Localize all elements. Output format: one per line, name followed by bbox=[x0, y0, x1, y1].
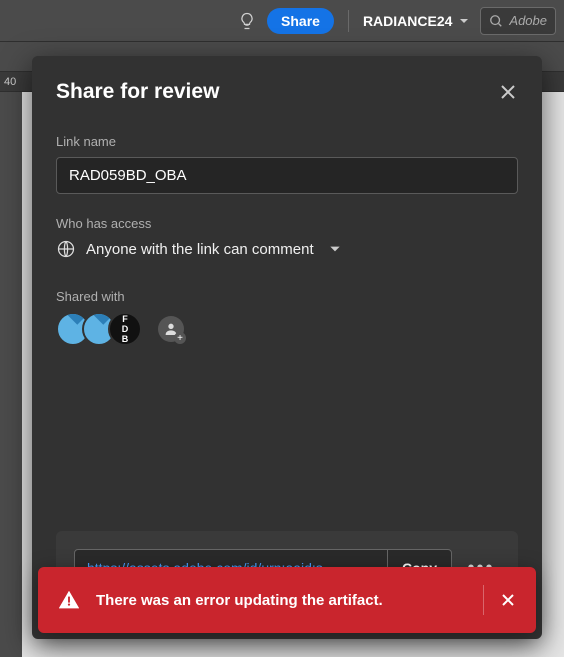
search-placeholder: Adobe bbox=[509, 13, 547, 28]
plus-icon: + bbox=[174, 332, 186, 344]
share-button[interactable]: Share bbox=[267, 8, 334, 34]
error-banner: There was an error updating the artifact… bbox=[38, 567, 536, 633]
error-message: There was an error updating the artifact… bbox=[96, 592, 467, 609]
link-name-label: Link name bbox=[56, 134, 518, 149]
access-value: Anyone with the link can comment bbox=[86, 241, 314, 258]
user-menu[interactable]: RADIANCE24 bbox=[363, 13, 470, 29]
share-modal: Share for review Link name Who has acces… bbox=[32, 56, 542, 639]
top-bar: Share RADIANCE24 Adobe bbox=[0, 0, 564, 42]
avatar[interactable]: F D B bbox=[108, 312, 142, 346]
ruler-tick: 40 bbox=[4, 76, 16, 88]
search-icon bbox=[489, 14, 503, 28]
divider bbox=[348, 10, 349, 32]
divider bbox=[483, 585, 484, 615]
shared-avatars: F D B + bbox=[56, 312, 518, 346]
add-person-button[interactable]: + bbox=[158, 316, 184, 342]
search-input[interactable]: Adobe bbox=[480, 7, 556, 35]
link-name-input[interactable] bbox=[56, 157, 518, 194]
shared-with-label: Shared with bbox=[56, 289, 518, 304]
modal-title: Share for review bbox=[56, 80, 219, 104]
close-icon[interactable] bbox=[500, 592, 516, 608]
access-dropdown[interactable]: Anyone with the link can comment bbox=[56, 239, 518, 259]
chevron-down-icon bbox=[328, 242, 342, 256]
chevron-down-icon bbox=[458, 15, 470, 27]
access-label: Who has access bbox=[56, 216, 518, 231]
close-icon[interactable] bbox=[498, 82, 518, 102]
warning-icon bbox=[58, 589, 80, 611]
globe-icon bbox=[56, 239, 76, 259]
lightbulb-icon[interactable] bbox=[237, 11, 257, 31]
modal-header: Share for review bbox=[56, 80, 518, 104]
user-name-label: RADIANCE24 bbox=[363, 13, 452, 29]
